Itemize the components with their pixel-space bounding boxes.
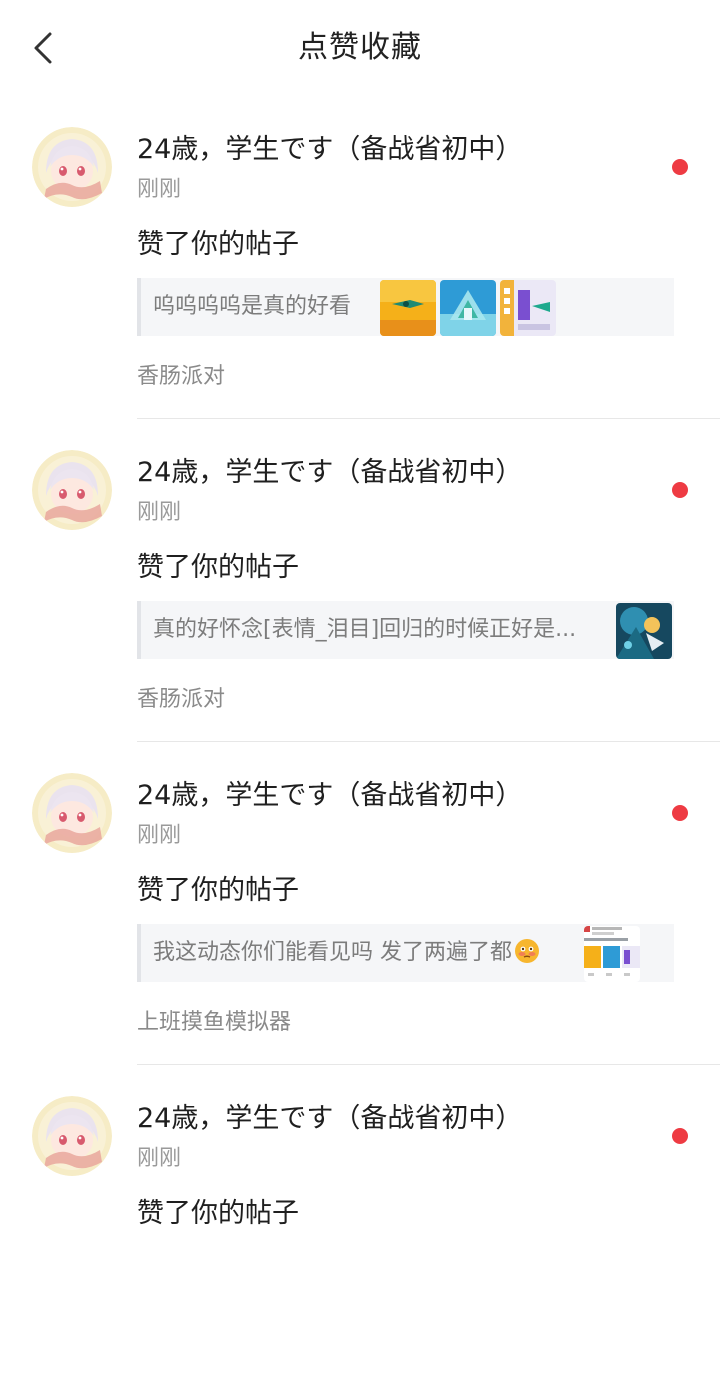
username[interactable]: 24歳，学生です（备战省初中） [137, 1099, 522, 1139]
unread-dot [672, 1128, 688, 1144]
avatar[interactable] [32, 773, 112, 853]
post-thumbnail[interactable] [584, 926, 640, 982]
post-thumbnail[interactable] [616, 603, 672, 659]
notification-item[interactable]: 24歳，学生です（备战省初中） 刚刚 赞了你的帖子 [0, 1065, 720, 1388]
unread-dot [672, 482, 688, 498]
post-thumbnail[interactable] [500, 280, 556, 336]
username[interactable]: 24歳，学生です（备战省初中） [137, 130, 522, 170]
timestamp: 刚刚 [137, 500, 182, 525]
action-text: 赞了你的帖子 [137, 552, 299, 583]
action-text: 赞了你的帖子 [137, 875, 299, 906]
username[interactable]: 24歳，学生です（备战省初中） [137, 776, 522, 816]
action-text: 赞了你的帖子 [137, 1198, 299, 1229]
avatar[interactable] [32, 450, 112, 530]
timestamp: 刚刚 [137, 177, 182, 202]
notification-item[interactable]: 24歳，学生です（备战省初中） 刚刚 赞了你的帖子 呜呜呜呜是真的好看 香肠派对 [0, 96, 720, 419]
quote-text: 真的好怀念[表情_泪目]回归的时候正好是... [153, 617, 577, 642]
page-title: 点赞收藏 [298, 30, 422, 65]
quote-text: 呜呜呜呜是真的好看 [153, 294, 352, 319]
post-thumbnail[interactable] [380, 280, 436, 336]
timestamp: 刚刚 [137, 1146, 182, 1171]
notification-item[interactable]: 24歳，学生です（备战省初中） 刚刚 赞了你的帖子 真的好怀念[表情_泪目]回归… [0, 419, 720, 742]
unread-dot [672, 159, 688, 175]
notification-list: 24歳，学生です（备战省初中） 刚刚 赞了你的帖子 呜呜呜呜是真的好看 香肠派对… [0, 96, 720, 1388]
circle-tag[interactable]: 香肠派对 [137, 685, 225, 715]
timestamp: 刚刚 [137, 823, 182, 848]
avatar[interactable] [32, 127, 112, 207]
circle-tag[interactable]: 上班摸鱼模拟器 [137, 1008, 291, 1038]
top-bar: 点赞收藏 [0, 0, 720, 96]
notification-item[interactable]: 24歳，学生です（备战省初中） 刚刚 赞了你的帖子 我这动态你们能看见吗 发了两… [0, 742, 720, 1065]
circle-tag[interactable]: 香肠派对 [137, 362, 225, 392]
unread-dot [672, 805, 688, 821]
action-text: 赞了你的帖子 [137, 229, 299, 260]
post-thumbnail[interactable] [440, 280, 496, 336]
avatar[interactable] [32, 1096, 112, 1176]
quote-text: 我这动态你们能看见吗 发了两遍了都 [153, 924, 540, 982]
quote-body: 我这动态你们能看见吗 发了两遍了都 [153, 940, 512, 965]
flushed-face-emoji [514, 929, 540, 963]
post-quote[interactable]: 真的好怀念[表情_泪目]回归的时候正好是... [137, 601, 674, 659]
username[interactable]: 24歳，学生です（备战省初中） [137, 453, 522, 493]
